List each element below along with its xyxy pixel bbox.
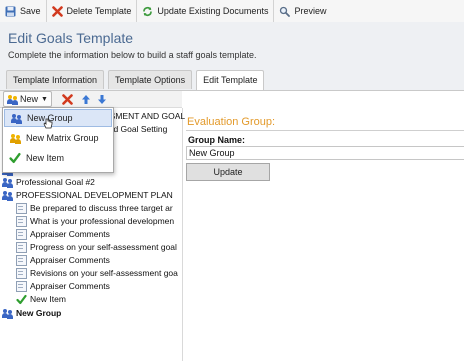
tree-node-label: PROFESSIONAL DEVELOPMENT PLAN [16,190,173,200]
menu-item-label: New Item [26,153,65,163]
tree-node-label: Appraiser Comments [30,229,110,239]
document-icon [16,280,27,292]
group-icon [2,177,13,188]
menu-item-new-matrix-group[interactable]: New Matrix Group [4,129,112,147]
checkmark-icon [8,151,22,165]
tree-item-progress-self-assessment[interactable]: Progress on your self-assessment goal [16,241,177,253]
update-existing-documents-button[interactable]: Update Existing Documents [137,0,275,22]
preview-label: Preview [294,6,327,16]
document-icon [16,215,27,227]
document-icon [16,202,27,214]
heading-divider [186,130,464,131]
tab-bar: Template Information Template Options Ed… [6,70,268,90]
page-title: Edit Goals Template [8,30,134,46]
page-header: Edit Goals Template Complete the informa… [0,22,464,90]
tab-edit-template[interactable]: Edit Template [196,70,265,90]
magnifier-icon [279,6,291,17]
refresh-icon [142,6,153,17]
top-toolbar: Save Delete Template Update Existing Doc… [0,0,464,23]
chevron-down-icon: ▼ [41,95,48,103]
tab-template-information[interactable]: Template Information [6,70,105,89]
group-icon [2,308,13,319]
new-dropdown-button[interactable]: New ▼ [3,91,52,107]
update-button[interactable]: Update [186,163,270,181]
tree-node-label: Appraiser Comments [30,281,110,291]
menu-item-new-group[interactable]: New Group [4,109,112,129]
tree-node-new-group[interactable]: New Group [2,307,61,319]
move-down-arrow-icon[interactable] [96,93,108,105]
new-button-label: New [20,94,39,104]
tree-node-label: What is your professional developmen [30,216,175,226]
page-subtitle: Complete the information below to build … [8,50,257,60]
matrix-group-icon [8,131,22,145]
tab-template-options[interactable]: Template Options [108,70,193,89]
tree-node-label: Progress on your self-assessment goal [30,242,177,252]
tree-node-professional-goal-2[interactable]: Professional Goal #2 [2,176,95,188]
tree-node-label: Be prepared to discuss three target ar [30,203,173,213]
tree-item-appraiser-comments-1[interactable]: Appraiser Comments [16,228,110,240]
delete-node-icon[interactable] [62,93,74,105]
preview-button[interactable]: Preview [274,0,331,22]
tree-node-label: Appraiser Comments [30,255,110,265]
delete-template-button[interactable]: Delete Template [47,0,138,22]
tree-item-professional-development[interactable]: What is your professional developmen [16,215,174,227]
delete-x-icon [51,5,63,17]
document-icon [16,228,27,240]
tree-node-label: New Item [30,294,66,304]
move-up-arrow-icon[interactable] [80,93,92,105]
tree-item-new-item[interactable]: New Item [16,293,66,305]
tree-item-revisions-self-assessment[interactable]: Revisions on your self-assessment goa [16,267,178,279]
tree-item-target-areas[interactable]: Be prepared to discuss three target ar [16,202,173,214]
tree-item-appraiser-comments-3[interactable]: Appraiser Comments [16,280,110,292]
tree-node-label: Professional Goal #2 [16,177,95,187]
delete-template-label: Delete Template [66,6,132,16]
save-button[interactable]: Save [0,0,47,22]
tree-toolbar: New ▼ [0,91,182,108]
group-name-label: Group Name: [188,135,246,145]
group-icon [9,111,23,125]
group-name-field[interactable]: New Group [186,146,464,160]
tree-item-appraiser-comments-2[interactable]: Appraiser Comments [16,254,110,266]
tree-node-label: SSMENT AND GOAL [104,111,186,121]
update-existing-label: Update Existing Documents [157,6,269,16]
tree-node-label: New Group [16,308,62,318]
checkmark-icon [16,294,27,305]
tree-node-professional-development-plan[interactable]: PROFESSIONAL DEVELOPMENT PLAN [2,189,173,201]
menu-item-label: New Matrix Group [26,133,99,143]
save-icon [5,6,16,17]
document-icon [16,267,27,279]
tree-node-label: Revisions on your self-assessment goa [30,268,178,278]
new-dropdown-menu: New Group New Matrix Group New Item [2,107,114,173]
document-icon [16,241,27,253]
save-label: Save [20,6,41,16]
document-icon [16,254,27,266]
menu-item-new-item[interactable]: New Item [4,149,112,167]
evaluation-group-heading: Evaluation Group: [187,116,276,128]
group-icon [7,94,18,105]
group-icon [2,190,13,201]
tree-node-assessment-goal[interactable]: SSMENT AND GOAL [104,110,185,122]
